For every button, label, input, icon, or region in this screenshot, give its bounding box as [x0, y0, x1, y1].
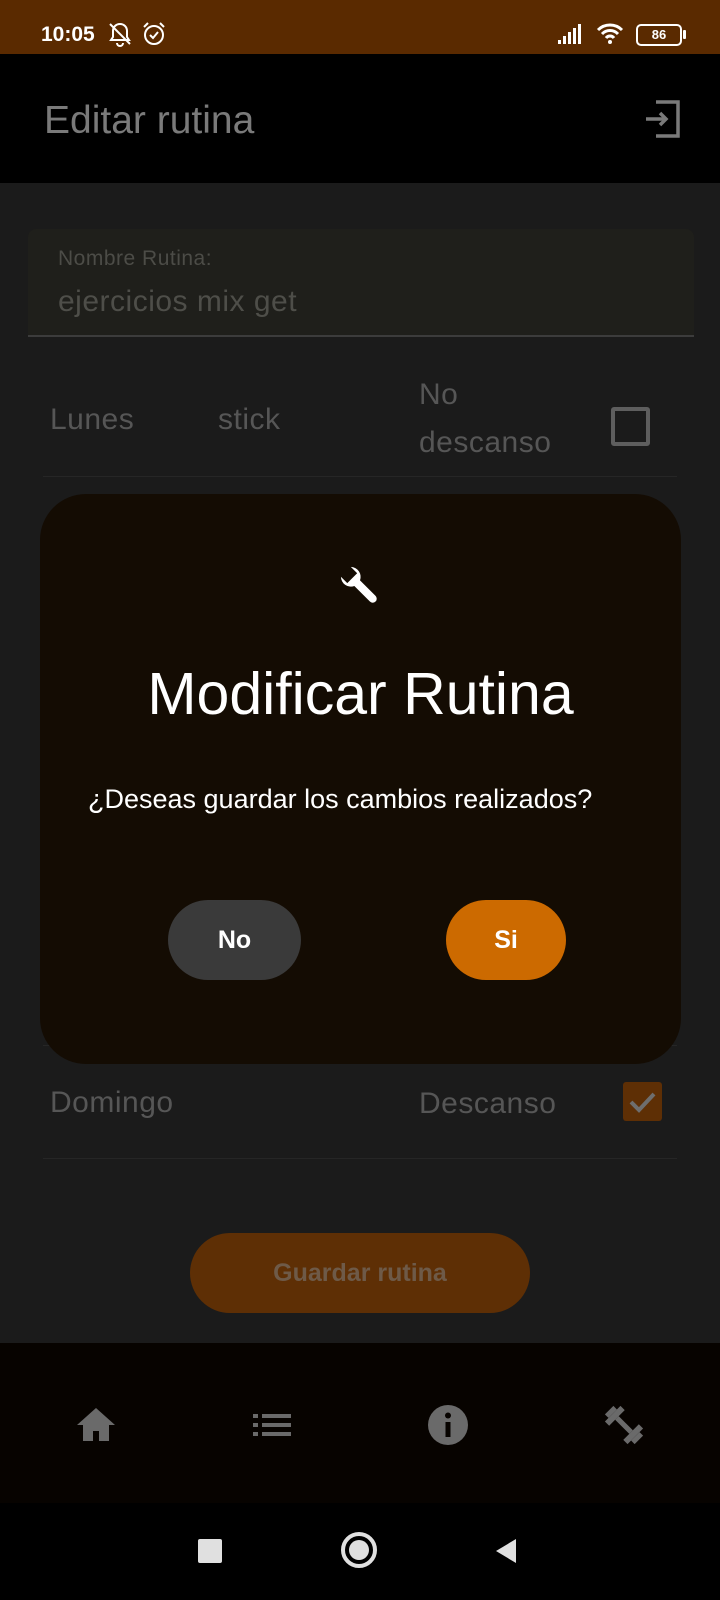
routine-name-label: Nombre Rutina: — [58, 247, 213, 270]
app-bar: Editar rutina — [0, 54, 720, 183]
bell-off-icon — [109, 22, 131, 47]
yes-button[interactable]: Si — [446, 900, 566, 980]
save-routine-button[interactable]: Guardar rutina — [190, 1233, 530, 1313]
home-icon[interactable] — [74, 1403, 118, 1447]
day-row-lunes: Lunes stick No descanso — [43, 373, 677, 477]
wifi-icon — [596, 23, 624, 44]
dialog-title: Modificar Rutina — [147, 661, 574, 727]
status-bar: 10:05 86 — [0, 0, 720, 54]
check-icon — [629, 1092, 656, 1113]
system-nav-bar — [0, 1503, 720, 1600]
info-icon[interactable] — [426, 1403, 470, 1447]
rest-checkbox[interactable] — [611, 407, 650, 446]
recents-button[interactable] — [198, 1539, 222, 1563]
dialog-message: ¿Deseas guardar los cambios realizados? — [88, 784, 593, 814]
dumbbell-icon[interactable] — [602, 1403, 646, 1447]
battery-icon: 86 — [636, 24, 682, 46]
status-time: 10:05 — [41, 23, 95, 46]
back-button[interactable] — [494, 1538, 518, 1564]
confirm-dialog: Modificar Rutina ¿Deseas guardar los cam… — [40, 494, 681, 1064]
rest-label-line2: descanso — [419, 426, 552, 459]
signal-icon — [558, 24, 581, 44]
list-icon[interactable] — [250, 1403, 294, 1447]
page-title: Editar rutina — [44, 99, 255, 142]
day-label: Domingo — [50, 1086, 174, 1119]
home-system-button[interactable] — [341, 1532, 377, 1568]
routine-name-value[interactable]: ejercicios mix get — [58, 285, 297, 319]
no-button[interactable]: No — [168, 900, 301, 980]
exit-icon[interactable] — [642, 98, 684, 140]
routine-name-field[interactable]: Nombre Rutina: ejercicios mix get — [28, 229, 694, 337]
wrench-icon — [340, 566, 377, 603]
battery-nub — [683, 30, 686, 39]
rest-label: No descanso — [419, 371, 551, 467]
rest-label: Descanso — [419, 1087, 557, 1120]
rest-checkbox[interactable] — [623, 1082, 662, 1121]
bottom-nav — [0, 1343, 720, 1503]
alarm-icon — [143, 22, 165, 45]
day-label: Lunes — [50, 403, 135, 436]
rest-label-line1: No — [419, 378, 459, 411]
routine-select[interactable]: stick — [218, 403, 281, 437]
